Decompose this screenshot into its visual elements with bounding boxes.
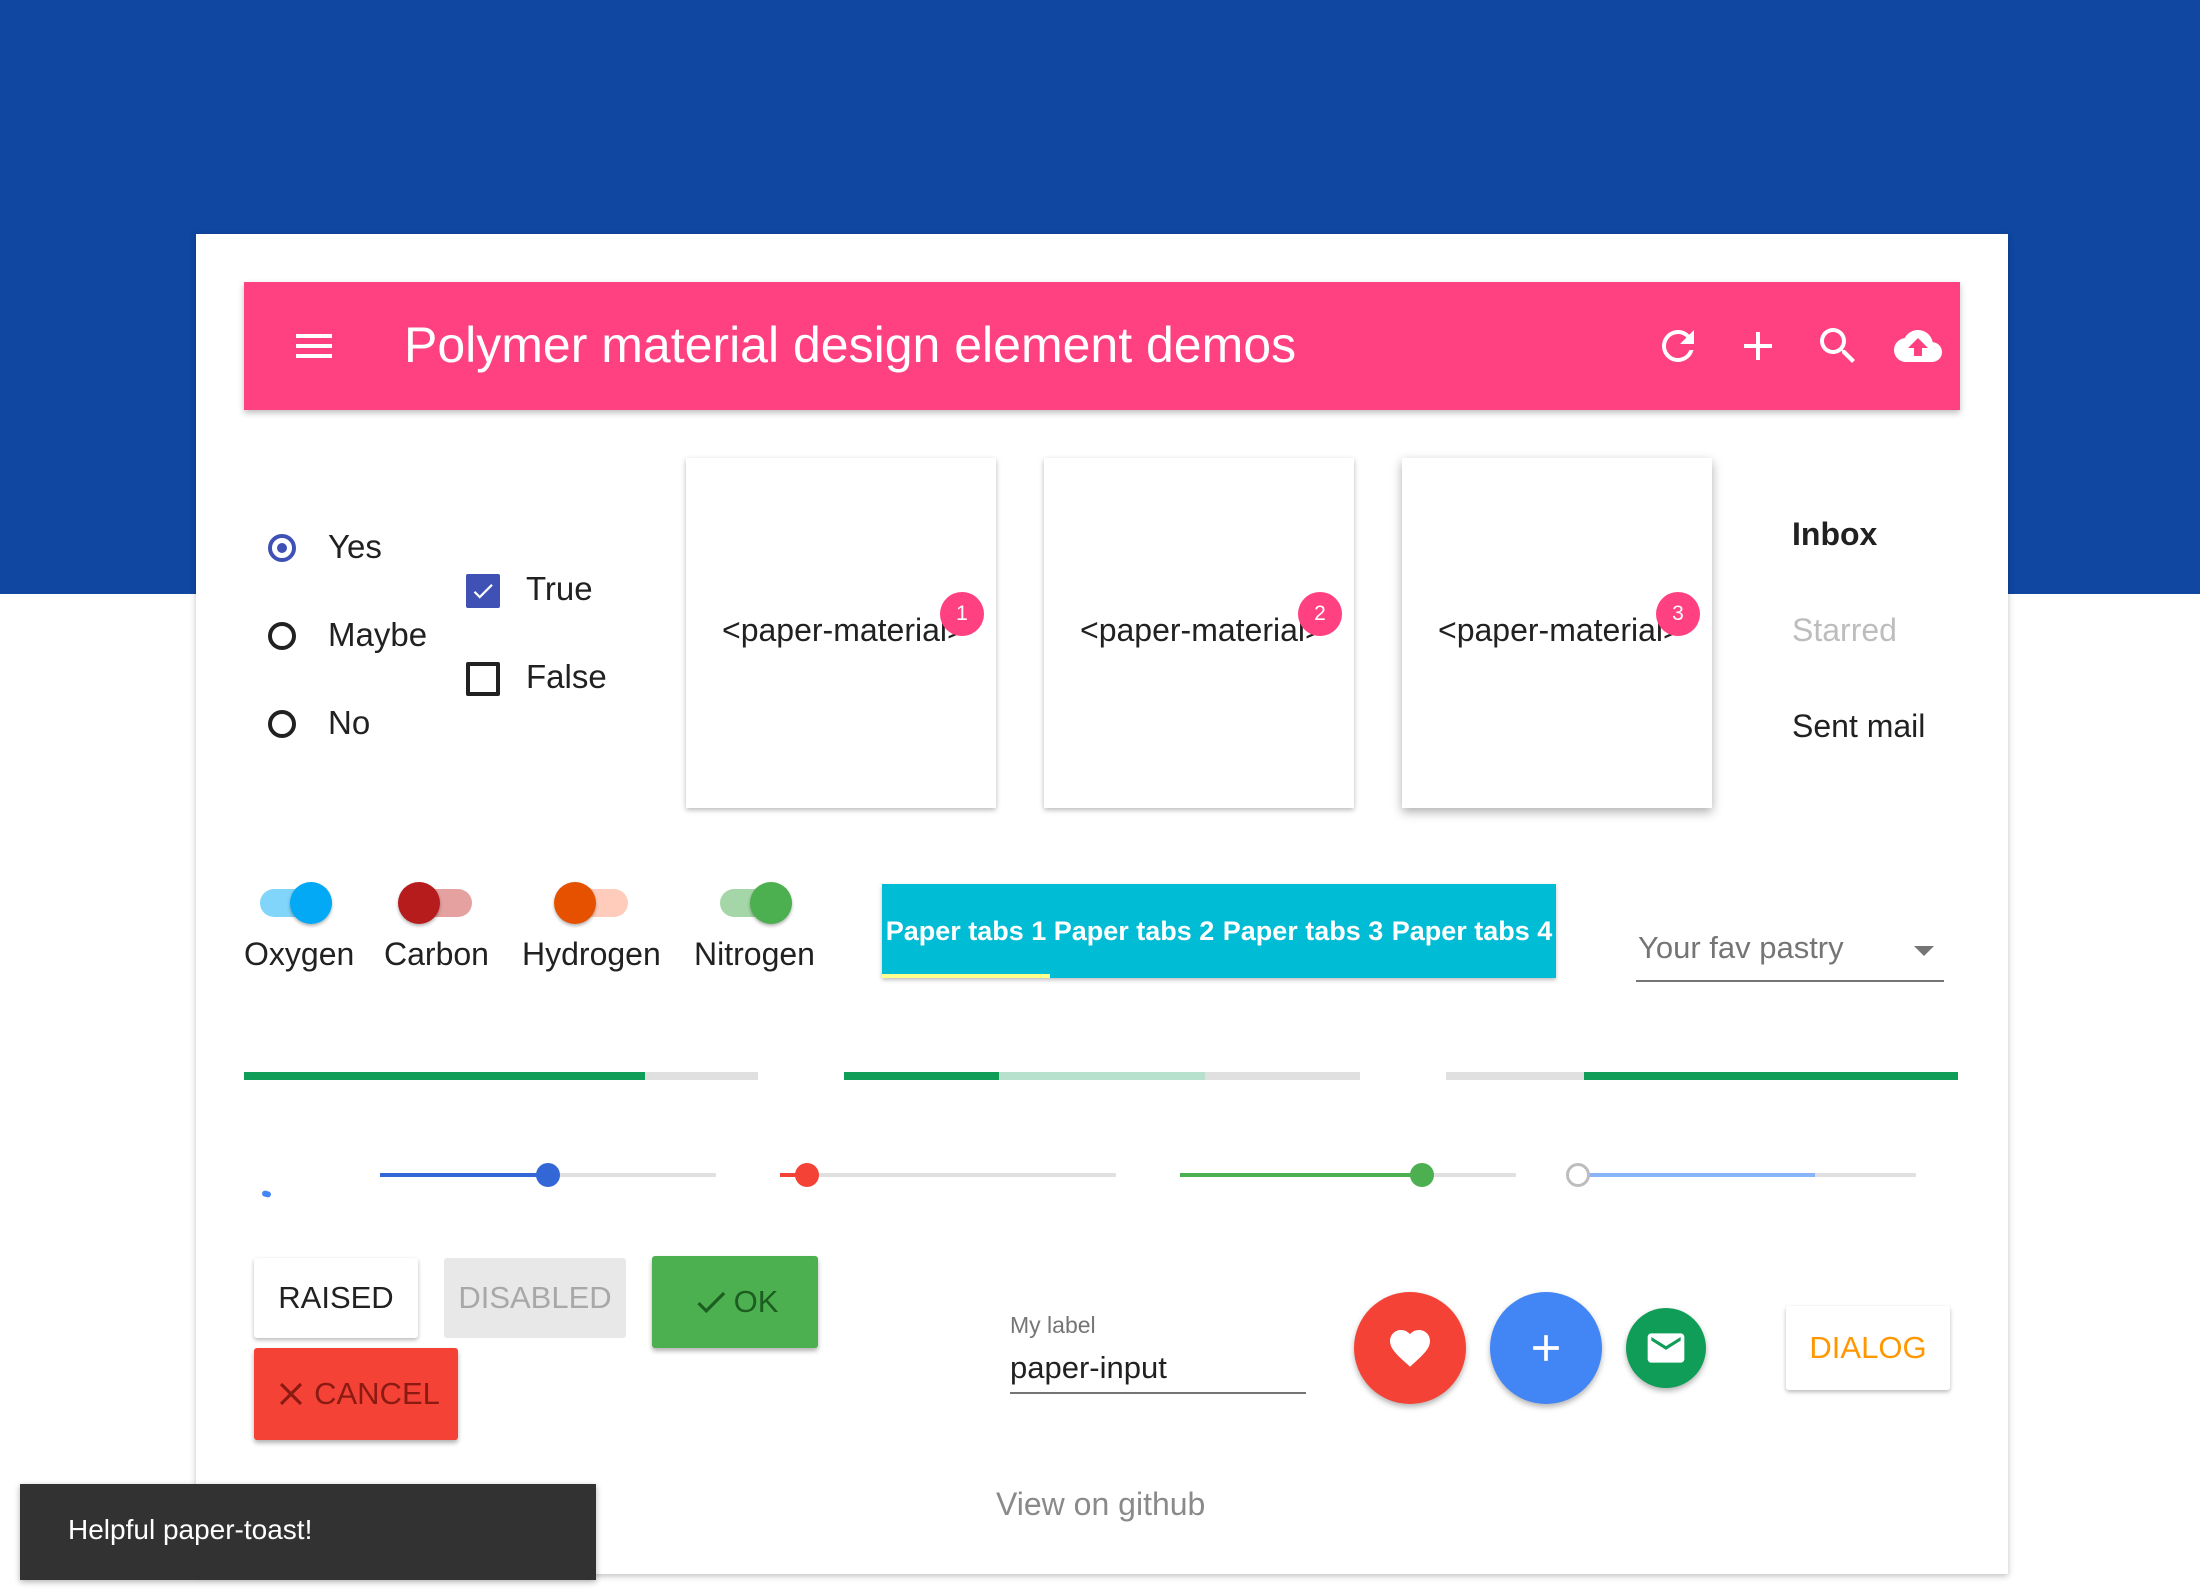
close-icon [280,1382,303,1406]
favorite-icon [1390,1330,1430,1367]
mail-icon [1647,1333,1685,1363]
slider-2[interactable] [780,1163,1116,1187]
progress-fill [244,1072,645,1080]
slider-knob[interactable] [1409,1163,1434,1187]
tab-1[interactable]: Paper tabs 1 [882,884,1050,978]
toggle-label: Oxygen [244,936,355,972]
radio-button[interactable] [268,622,296,650]
radio-label: No [328,704,371,741]
slider-4[interactable] [1566,1163,1916,1187]
checkbox-label: True [526,570,593,607]
slider-fill [1180,1173,1422,1177]
input-label: My label [1010,1312,1096,1338]
paper-tabs: Paper tabs 1 Paper tabs 2 Paper tabs 3 P… [882,884,1556,978]
slider-knob[interactable] [1566,1163,1590,1187]
ok-label: OK [733,1284,779,1319]
tab-3[interactable]: Paper tabs 3 [1218,884,1388,978]
favorite-fab[interactable] [1354,1292,1466,1404]
slider-secondary-fill [1578,1173,1815,1177]
badge: 3 [1656,592,1700,636]
toggle-knob[interactable] [750,882,792,924]
toggle-label: Nitrogen [694,936,815,972]
slider-knob[interactable] [536,1163,560,1187]
toolbar: Polymer material design element demos [244,282,1960,410]
radio-label: Yes [328,528,382,565]
radio-button[interactable] [268,534,296,562]
check-icon [473,584,493,599]
menu-item-starred: Starred [1792,612,1897,648]
add-icon [1533,1335,1559,1361]
ok-button[interactable]: OK [652,1256,818,1348]
toggle-label: Hydrogen [522,936,661,972]
add-fab[interactable] [1490,1292,1602,1404]
progress-bar-1 [244,1072,758,1080]
tab-4[interactable]: Paper tabs 4 [1388,884,1556,978]
progress-bar-3 [1446,1072,1958,1080]
radio-button[interactable] [268,710,296,738]
dropdown-placeholder: Your fav pastry [1638,930,1844,965]
toast-text: Helpful paper-toast! [68,1514,313,1545]
search-icon[interactable] [1808,316,1868,376]
arrow-drop-down-icon [1914,946,1934,956]
tab-selection-bar [882,974,1050,978]
radio-label: Maybe [328,616,428,653]
badge: 1 [940,592,984,636]
checkbox[interactable] [466,662,500,696]
progress-fill [844,1072,999,1080]
progress-fill [1584,1072,1958,1080]
badge: 2 [1298,592,1342,636]
cloud-upload-icon[interactable] [1888,316,1948,376]
disabled-button: DISABLED [444,1258,626,1338]
github-link[interactable]: View on github [996,1486,1205,1523]
menu-item-sent-mail[interactable]: Sent mail [1792,708,1925,745]
menu-icon[interactable] [284,316,344,376]
check-icon [696,1291,725,1314]
add-icon[interactable] [1728,316,1788,376]
toggle-knob[interactable] [398,882,440,924]
cancel-button[interactable]: CANCEL [254,1348,458,1440]
slider-1[interactable] [380,1163,716,1187]
paper-material-card-3: <paper-material> 3 [1402,458,1712,808]
toggle-knob[interactable] [290,882,332,924]
cancel-label: CANCEL [314,1376,440,1411]
paper-input[interactable] [1010,1344,1306,1394]
dialog-button[interactable]: DIALOG [1786,1306,1950,1390]
paper-material-card-2: <paper-material> 2 [1044,458,1354,808]
toggle-knob[interactable] [554,882,596,924]
menu-item-inbox[interactable]: Inbox [1792,516,1877,553]
toolbar-title: Polymer material design element demos [404,317,1297,373]
paper-toast: Helpful paper-toast! [20,1484,596,1580]
refresh-icon[interactable] [1648,316,1708,376]
raised-button[interactable]: RAISED [254,1258,418,1338]
slider-3[interactable] [1180,1163,1516,1187]
pastry-dropdown[interactable]: Your fav pastry [1636,924,1944,982]
slider-knob[interactable] [794,1163,819,1187]
slider-fill [380,1173,548,1177]
mail-fab[interactable] [1626,1308,1706,1388]
progress-bar-2 [844,1072,1360,1080]
checkbox[interactable] [466,574,500,608]
paper-material-card-1: <paper-material> 1 [686,458,996,808]
checkbox-label: False [526,658,607,695]
tab-2[interactable]: Paper tabs 2 [1050,884,1218,978]
toggle-label: Carbon [384,936,489,972]
